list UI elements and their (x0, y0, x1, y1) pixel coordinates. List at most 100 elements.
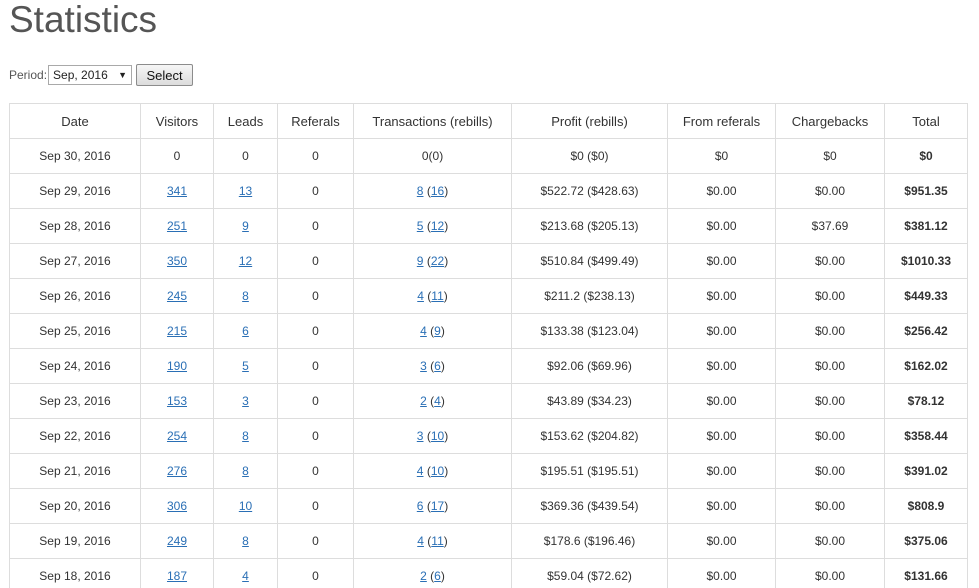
cell-total: $375.06 (884, 523, 968, 559)
rebills-link[interactable]: 10 (431, 429, 444, 443)
cell-chargebacks: $0.00 (775, 173, 885, 209)
cell-transactions: 4 (11) (353, 278, 512, 314)
rebills-link[interactable]: 6 (434, 359, 441, 373)
cell-total: $256.42 (884, 313, 968, 349)
cell-total: $808.9 (884, 488, 968, 524)
cell-profit: $211.2 ($238.13) (511, 278, 668, 314)
leads-link[interactable]: 4 (242, 569, 249, 583)
cell-profit: $153.62 ($204.82) (511, 418, 668, 454)
cell-chargebacks: $0.00 (775, 383, 885, 419)
rebills-link[interactable]: 4 (434, 394, 441, 408)
cell-transactions: 2 (4) (353, 383, 512, 419)
cell-leads: 8 (213, 523, 278, 559)
leads-link[interactable]: 9 (242, 219, 249, 233)
visitors-link[interactable]: 341 (167, 184, 187, 198)
table-row: Sep 18, 2016 187 4 0 2 (6) $59.04 ($72.62) $0.… (9, 558, 968, 588)
transactions-link[interactable]: 3 (420, 359, 427, 373)
cell-date: Sep 19, 2016 (9, 523, 141, 559)
rebills-link[interactable]: 16 (431, 184, 444, 198)
cell-leads: 10 (213, 488, 278, 524)
cell-total: $1010.33 (884, 243, 968, 279)
cell-from-referals: $0.00 (667, 488, 776, 524)
cell-date: Sep 28, 2016 (9, 208, 141, 244)
leads-link[interactable]: 8 (242, 429, 249, 443)
leads-link[interactable]: 6 (242, 324, 249, 338)
rebills-link[interactable]: 17 (431, 499, 444, 513)
rebills-link[interactable]: 9 (434, 324, 441, 338)
rebills-link[interactable]: 10 (431, 464, 444, 478)
header-visitors: Visitors (140, 103, 214, 139)
header-transactions: Transactions (rebills) (353, 103, 512, 139)
cell-transactions: 2 (6) (353, 558, 512, 588)
cell-date: Sep 20, 2016 (9, 488, 141, 524)
cell-transactions: 3 (10) (353, 418, 512, 454)
cell-profit: $195.51 ($195.51) (511, 453, 668, 489)
visitors-link[interactable]: 249 (167, 534, 187, 548)
leads-link[interactable]: 13 (239, 184, 252, 198)
visitors-link[interactable]: 190 (167, 359, 187, 373)
leads-link[interactable]: 5 (242, 359, 249, 373)
table-row: Sep 23, 2016 153 3 0 2 (4) $43.89 ($34.23) $0.… (9, 383, 968, 419)
cell-leads: 5 (213, 348, 278, 384)
cell-visitors: 215 (140, 313, 214, 349)
rebills-link[interactable]: 12 (431, 219, 444, 233)
cell-transactions: 3 (6) (353, 348, 512, 384)
cell-transactions: 6 (17) (353, 488, 512, 524)
cell-chargebacks: $0.00 (775, 488, 885, 524)
cell-from-referals: $0.00 (667, 348, 776, 384)
table-row: Sep 19, 2016 249 8 0 4 (11) $178.6 ($196.46) $… (9, 523, 968, 559)
close-paren: ) (443, 534, 448, 548)
cell-from-referals: $0 (667, 138, 776, 174)
leads-link[interactable]: 8 (242, 464, 249, 478)
cell-date: Sep 25, 2016 (9, 313, 141, 349)
cell-referals: 0 (277, 523, 354, 559)
leads-link[interactable]: 8 (242, 289, 249, 303)
period-select[interactable]: Sep, 2016 ▼ (48, 65, 133, 85)
cell-profit: $213.68 ($205.13) (511, 208, 668, 244)
visitors-link[interactable]: 350 (167, 254, 187, 268)
transactions-link[interactable]: 4 (420, 324, 427, 338)
cell-from-referals: $0.00 (667, 558, 776, 588)
visitors-link[interactable]: 153 (167, 394, 187, 408)
cell-from-referals: $0.00 (667, 278, 776, 314)
visitors-link[interactable]: 254 (167, 429, 187, 443)
rebills-link[interactable]: 11 (431, 534, 443, 548)
cell-leads: 12 (213, 243, 278, 279)
select-button[interactable]: Select (136, 64, 194, 86)
visitors-link[interactable]: 245 (167, 289, 187, 303)
leads-link[interactable]: 12 (239, 254, 252, 268)
transactions-link[interactable]: 2 (420, 569, 427, 583)
cell-visitors: 251 (140, 208, 214, 244)
leads-link[interactable]: 10 (239, 499, 252, 513)
transactions-link[interactable]: 2 (420, 394, 427, 408)
chevron-down-icon: ▼ (118, 70, 128, 80)
leads-link[interactable]: 8 (242, 534, 249, 548)
visitors-link[interactable]: 187 (167, 569, 187, 583)
cell-profit: $133.38 ($123.04) (511, 313, 668, 349)
table-header-row: Date Visitors Leads Referals Transaction… (9, 103, 968, 139)
rebills-link[interactable]: 6 (434, 569, 441, 583)
visitors-link[interactable]: 306 (167, 499, 187, 513)
leads-link[interactable]: 3 (242, 394, 249, 408)
cell-total: $391.02 (884, 453, 968, 489)
transactions-link[interactable]: 4 (417, 289, 424, 303)
cell-visitors: 350 (140, 243, 214, 279)
cell-chargebacks: $0 (775, 138, 885, 174)
cell-visitors: 187 (140, 558, 214, 588)
visitors-link[interactable]: 215 (167, 324, 187, 338)
cell-leads: 8 (213, 418, 278, 454)
rebills-link[interactable]: 22 (431, 254, 444, 268)
rebills-link[interactable]: 11 (431, 289, 443, 303)
cell-transactions: 0(0) (353, 138, 512, 174)
cell-from-referals: $0.00 (667, 313, 776, 349)
cell-total: $381.12 (884, 208, 968, 244)
cell-chargebacks: $0.00 (775, 278, 885, 314)
cell-total: $951.35 (884, 173, 968, 209)
cell-visitors: 341 (140, 173, 214, 209)
transactions-link[interactable]: 4 (417, 534, 424, 548)
visitors-link[interactable]: 276 (167, 464, 187, 478)
visitors-link[interactable]: 251 (167, 219, 187, 233)
cell-from-referals: $0.00 (667, 383, 776, 419)
cell-chargebacks: $0.00 (775, 453, 885, 489)
cell-total: $449.33 (884, 278, 968, 314)
